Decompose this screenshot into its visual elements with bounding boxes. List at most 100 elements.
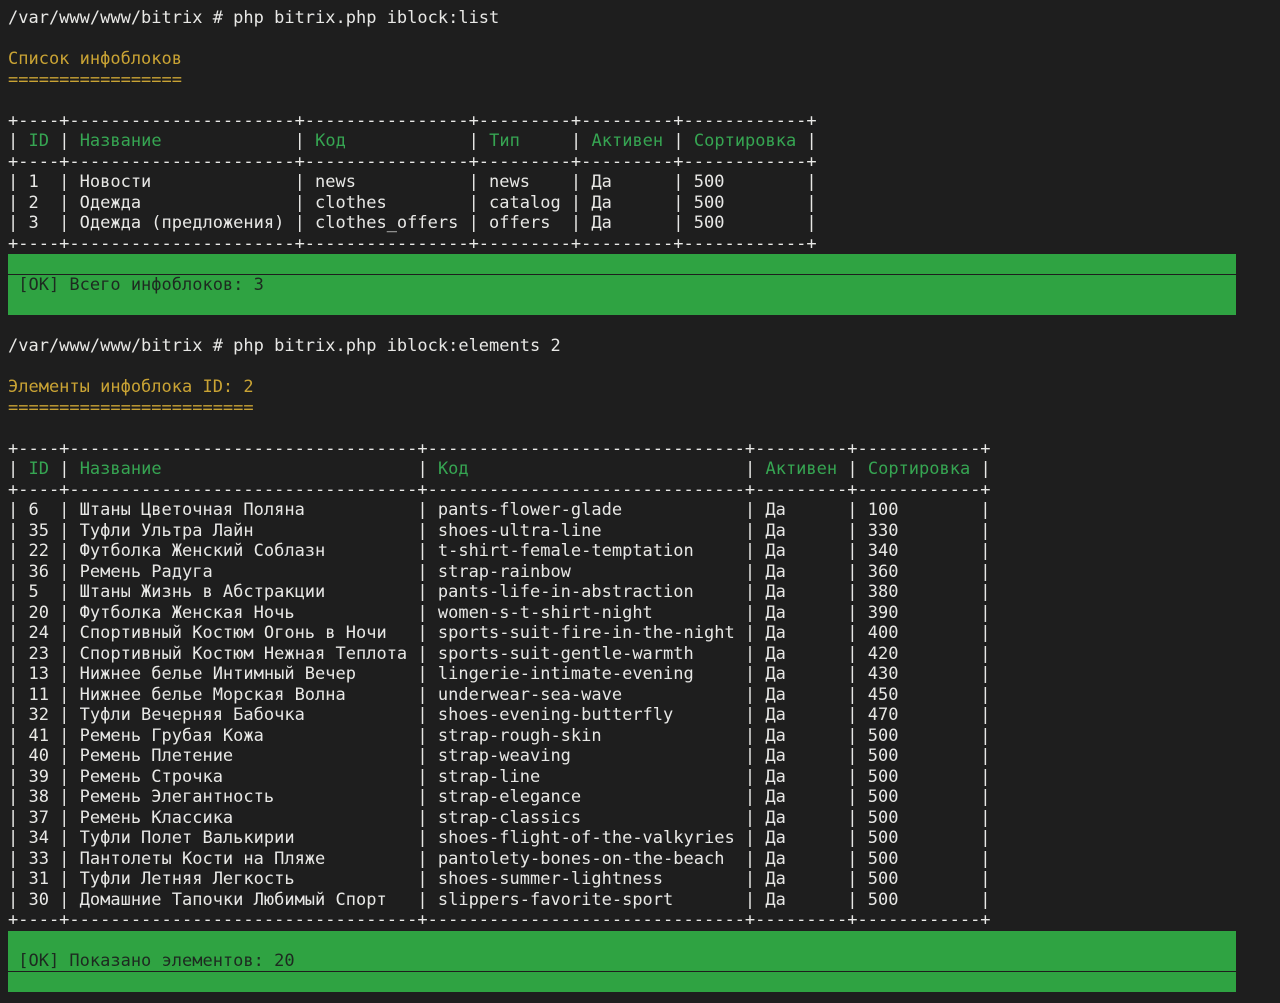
- table-border: +----+----------------------+-----------…: [8, 234, 1280, 255]
- table-column-header: Название: [69, 131, 294, 151]
- table-row: | 31 | Туфли Летняя Легкость | shoes-sum…: [8, 869, 1280, 890]
- table-column-separator: |: [469, 131, 479, 151]
- table-row-text: | 31 | Туфли Летняя Легкость | shoes-sum…: [8, 869, 991, 889]
- table-column-separator: |: [806, 131, 816, 151]
- table-row: | 39 | Ремень Строчка | strap-line | Да …: [8, 767, 1280, 788]
- table-column-separator: |: [673, 131, 683, 151]
- table-row-text: | 3 | Одежда (предложения) | clothes_off…: [8, 213, 817, 233]
- table-column-header: Сортировка: [684, 131, 807, 151]
- blank-line: [8, 29, 1280, 50]
- table-border: +----+----------------------+-----------…: [8, 111, 1280, 132]
- table-header-row: | ID | Название | Код | Активен | Сортир…: [8, 459, 1280, 480]
- table-row: | 40 | Ремень Плетение | strap-weaving |…: [8, 746, 1280, 767]
- table-row: | 11 | Нижнее белье Морская Волна | unde…: [8, 685, 1280, 706]
- table-column-header: Название: [69, 459, 417, 479]
- blank-line: [8, 357, 1280, 378]
- table-border: +----+----------------------------------…: [8, 439, 1280, 460]
- table-row-text: | 33 | Пантолеты Кости на Пляже | pantol…: [8, 849, 991, 869]
- section-underline-line: =================: [8, 70, 1280, 91]
- table-column-header: ID: [18, 131, 59, 151]
- table-row: | 35 | Туфли Ультра Лайн | shoes-ultra-l…: [8, 521, 1280, 542]
- banner-padding-top: [8, 254, 1236, 274]
- banner-message: [OK] Всего инфоблоков: 3: [8, 275, 1236, 295]
- section-title-line: Список инфоблоков: [8, 49, 1280, 70]
- section-underline: ========================: [8, 398, 254, 418]
- table-border-middle: +----+----------------------+-----------…: [8, 152, 817, 172]
- section-underline-line: ========================: [8, 398, 1280, 419]
- banner-line: [OK] Всего инфоблоков: 3: [8, 275, 1280, 296]
- table-column-separator: |: [847, 459, 857, 479]
- blank-line: [8, 418, 1280, 439]
- table-row-text: | 40 | Ремень Плетение | strap-weaving |…: [8, 746, 991, 766]
- table-row: | 36 | Ремень Радуга | strap-rainbow | Д…: [8, 562, 1280, 583]
- table-row-text: | 5 | Штаны Жизнь в Абстракции | pants-l…: [8, 582, 991, 602]
- command-line: /var/www/www/bitrix # php bitrix.php ibl…: [8, 8, 1280, 29]
- shell-command: /var/www/www/bitrix # php bitrix.php ibl…: [8, 336, 561, 356]
- table-row: | 22 | Футболка Женский Соблазн | t-shir…: [8, 541, 1280, 562]
- table-border-top: +----+----------------------+-----------…: [8, 111, 817, 131]
- table-row-text: | 30 | Домашние Тапочки Любимый Спорт | …: [8, 890, 991, 910]
- section-title: Список инфоблоков: [8, 49, 182, 69]
- table-row-text: | 34 | Туфли Полет Валькирии | shoes-fli…: [8, 828, 991, 848]
- table-column-separator: |: [980, 459, 990, 479]
- banner-padding-bottom: [8, 972, 1236, 992]
- table-border-middle: +----+----------------------------------…: [8, 480, 991, 500]
- table-column-header: Код: [305, 131, 469, 151]
- table-row-text: | 1 | Новости | news | news | Да | 500 |: [8, 172, 817, 192]
- table-row: | 6 | Штаны Цветочная Поляна | pants-flo…: [8, 500, 1280, 521]
- table-column-separator: |: [8, 459, 18, 479]
- table-row-text: | 38 | Ремень Элегантность | strap-elega…: [8, 787, 991, 807]
- table-row: | 23 | Спортивный Костюм Нежная Теплота …: [8, 644, 1280, 665]
- table-border: +----+----------------------------------…: [8, 910, 1280, 931]
- table-column-header: Тип: [479, 131, 571, 151]
- table-row-text: | 39 | Ремень Строчка | strap-line | Да …: [8, 767, 991, 787]
- table-row-text: | 2 | Одежда | clothes | catalog | Да | …: [8, 193, 817, 213]
- table-row-text: | 13 | Нижнее белье Интимный Вечер | lin…: [8, 664, 991, 684]
- table-row-text: | 22 | Футболка Женский Соблазн | t-shir…: [8, 541, 991, 561]
- table-row: | 34 | Туфли Полет Валькирии | shoes-fli…: [8, 828, 1280, 849]
- table-row-text: | 6 | Штаны Цветочная Поляна | pants-flo…: [8, 500, 991, 520]
- table-column-header: Активен: [755, 459, 847, 479]
- table-border: +----+----------------------+-----------…: [8, 152, 1280, 173]
- table-row: | 24 | Спортивный Костюм Огонь в Ночи | …: [8, 623, 1280, 644]
- table-row: | 20 | Футболка Женская Ночь | women-s-t…: [8, 603, 1280, 624]
- table-row: | 38 | Ремень Элегантность | strap-elega…: [8, 787, 1280, 808]
- table-row-text: | 20 | Футболка Женская Ночь | women-s-t…: [8, 603, 991, 623]
- banner-line: [8, 295, 1280, 316]
- table-column-header: Сортировка: [858, 459, 981, 479]
- banner-message: [OK] Показано элементов: 20: [8, 951, 1236, 971]
- table-row: | 13 | Нижнее белье Интимный Вечер | lin…: [8, 664, 1280, 685]
- table-row: | 5 | Штаны Жизнь в Абстракции | pants-l…: [8, 582, 1280, 603]
- table-column-header: Код: [428, 459, 745, 479]
- table-row-text: | 36 | Ремень Радуга | strap-rainbow | Д…: [8, 562, 991, 582]
- terminal[interactable]: /var/www/www/bitrix # php bitrix.php ibl…: [0, 0, 1280, 1003]
- table-column-separator: |: [417, 459, 427, 479]
- table-row: | 32 | Туфли Вечерняя Бабочка | shoes-ev…: [8, 705, 1280, 726]
- table-row: | 37 | Ремень Классика | strap-classics …: [8, 808, 1280, 829]
- banner-line: [8, 254, 1280, 275]
- section-title: Элементы инфоблока ID: 2: [8, 377, 254, 397]
- table-row: | 2 | Одежда | clothes | catalog | Да | …: [8, 193, 1280, 214]
- table-column-header: Активен: [581, 131, 673, 151]
- table-row-text: | 32 | Туфли Вечерняя Бабочка | shoes-ev…: [8, 705, 991, 725]
- table-row-text: | 24 | Спортивный Костюм Огонь в Ночи | …: [8, 623, 991, 643]
- section-underline: =================: [8, 70, 182, 90]
- table-column-separator: |: [59, 131, 69, 151]
- table-border-bottom: +----+----------------------+-----------…: [8, 234, 817, 254]
- table-column-separator: |: [745, 459, 755, 479]
- banner-line: [8, 972, 1280, 993]
- banner-padding-bottom: [8, 295, 1236, 315]
- table-column-separator: |: [295, 131, 305, 151]
- table-row: | 41 | Ремень Грубая Кожа | strap-rough-…: [8, 726, 1280, 747]
- banner-padding-top: [8, 931, 1236, 951]
- table-row: | 1 | Новости | news | news | Да | 500 |: [8, 172, 1280, 193]
- section-title-line: Элементы инфоблока ID: 2: [8, 377, 1280, 398]
- table-border-bottom: +----+----------------------------------…: [8, 910, 991, 930]
- table-row-text: | 37 | Ремень Классика | strap-classics …: [8, 808, 991, 828]
- table-row-text: | 35 | Туфли Ультра Лайн | shoes-ultra-l…: [8, 521, 991, 541]
- table-column-separator: |: [571, 131, 581, 151]
- table-header-row: | ID | Название | Код | Тип | Активен | …: [8, 131, 1280, 152]
- table-column-header: ID: [18, 459, 59, 479]
- banner-line: [8, 931, 1280, 952]
- command-line: /var/www/www/bitrix # php bitrix.php ibl…: [8, 336, 1280, 357]
